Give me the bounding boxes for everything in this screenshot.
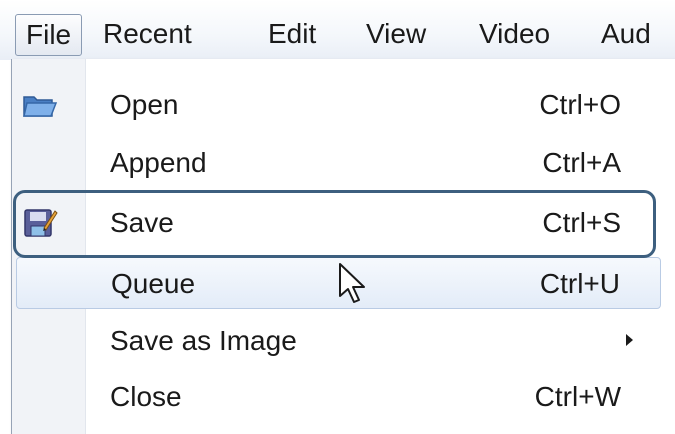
file-menu-dropdown: Open Ctrl+O Append Ctrl+A Save Ctrl+S Qu… [11,59,675,434]
menu-item-label: Open [110,89,179,120]
menu-item-label: Close [110,381,182,412]
menu-item-open[interactable]: Open Ctrl+O [16,79,661,131]
menu-item-save-as-image[interactable]: Save as Image [16,315,661,367]
menu-item-shortcut: Ctrl+S [542,207,621,238]
menu-view[interactable]: View [366,14,426,54]
menu-item-label: Append [110,147,207,178]
menu-item-shortcut: Ctrl+O [539,89,621,120]
menu-audio[interactable]: Aud [601,14,651,54]
menu-item-save[interactable]: Save Ctrl+S [16,197,661,249]
menu-item-shortcut: Ctrl+A [542,147,621,178]
menu-item-append[interactable]: Append Ctrl+A [16,137,661,189]
menu-item-shortcut: Ctrl+U [539,268,620,299]
menu-edit[interactable]: Edit [268,14,316,54]
menu-item-shortcut: Ctrl+W [534,381,621,412]
menu-item-label: Save [110,207,174,238]
menu-item-label: Queue [111,268,196,299]
mouse-pointer-icon [338,262,370,315]
menu-item-label: Save as Image [110,325,297,356]
menu-bar: File Recent Edit View Video Aud [0,0,675,60]
menu-video[interactable]: Video [479,14,550,54]
menu-recent[interactable]: Recent [103,14,192,54]
menu-item-close[interactable]: Close Ctrl+W [16,371,661,423]
submenu-arrow-icon [626,334,633,346]
menu-file[interactable]: File [15,14,83,56]
save-disk-icon [22,206,58,240]
folder-open-icon [22,88,58,122]
